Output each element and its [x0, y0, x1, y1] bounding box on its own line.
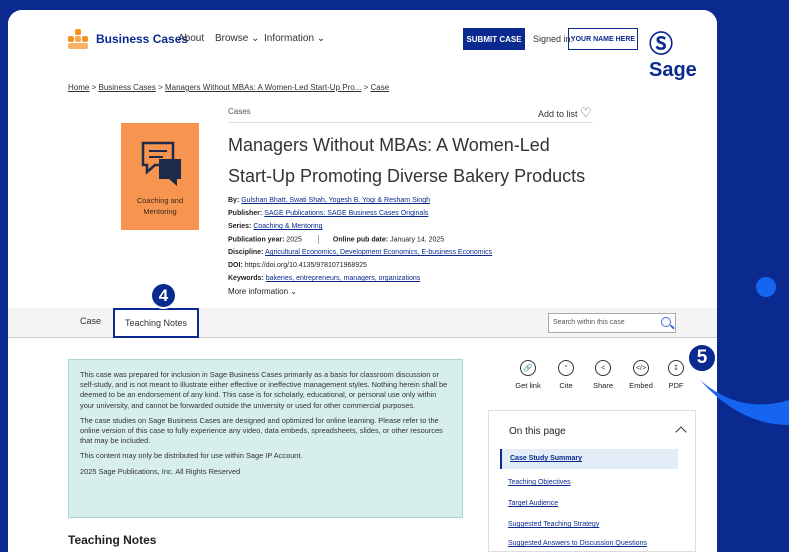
user-name-button[interactable]: YOUR NAME HERE: [568, 28, 638, 50]
discipline-line: Discipline: Agricultural Economics, Deve…: [228, 249, 493, 256]
share-icon: <: [595, 360, 611, 376]
keyword-links[interactable]: bakeries, entrepreneurs, managers, organ…: [266, 275, 420, 282]
content-category: Cases: [228, 107, 251, 116]
divider: [228, 122, 593, 123]
business-cases-logo-icon[interactable]: [68, 29, 88, 49]
authors-links[interactable]: Gulshan Bhatt, Swati Shah, Yogesh B. Yog…: [241, 197, 430, 204]
publisher-link[interactable]: SAGE Publications: SAGE Business Cases O…: [264, 210, 428, 217]
case-title: Managers Without MBAs: A Women-Led Start…: [228, 135, 586, 186]
toc-target-audience[interactable]: Target Audience: [500, 494, 678, 514]
on-this-page-panel: On this page Case Study Summary Teaching…: [488, 410, 696, 552]
nav-about[interactable]: About: [178, 33, 204, 44]
pubyear-line: Publication year: 2025 Online pub date: …: [228, 235, 445, 244]
brand-name[interactable]: Business Cases: [96, 32, 188, 46]
breadcrumb-case[interactable]: Case: [371, 83, 390, 92]
download-icon: ↧: [668, 360, 684, 376]
share-button[interactable]: < Share: [588, 360, 618, 390]
callout-arrow-icon: [700, 380, 789, 425]
heart-icon: ♡: [580, 105, 592, 120]
cite-button[interactable]: “Cite: [551, 360, 581, 390]
publisher-line: Publisher: SAGE Publications: SAGE Busin…: [228, 210, 429, 217]
step-badge-4: 4: [150, 282, 177, 309]
keywords-line: Keywords: bakeries, entrepreneurs, manag…: [228, 275, 421, 282]
breadcrumb: Home > Business Cases > Managers Without…: [68, 83, 390, 92]
code-icon: </>: [633, 360, 649, 376]
more-information-toggle[interactable]: More information ⌄: [228, 287, 297, 296]
nav-information[interactable]: Information ⌄: [264, 33, 325, 44]
discipline-links[interactable]: Agricultural Economics, Development Econ…: [265, 249, 492, 256]
site-header: Business Cases About Browse ⌄ Informatio…: [8, 10, 717, 81]
series-link[interactable]: Coaching & Mentoring: [253, 223, 322, 230]
chevron-down-icon: ⌄: [290, 287, 297, 296]
toc-case-study-summary[interactable]: Case Study Summary: [500, 449, 678, 469]
breadcrumb-case-title[interactable]: Managers Without MBAs: A Women-Led Start…: [165, 83, 361, 92]
authors-line: By: Gulshan Bhatt, Swati Shah, Yogesh B.…: [228, 197, 430, 204]
toc-teaching-objectives[interactable]: Teaching Objectives: [500, 473, 678, 493]
quote-icon: “: [558, 360, 574, 376]
nav-browse[interactable]: Browse ⌄: [215, 33, 260, 44]
series-line: Series: Coaching & Mentoring: [228, 223, 323, 230]
toc-suggested-teaching-strategy[interactable]: Suggested Teaching Strategy: [500, 515, 678, 535]
step-badge-5: 5: [687, 343, 717, 373]
breadcrumb-business-cases[interactable]: Business Cases: [98, 83, 155, 92]
search-icon[interactable]: [661, 317, 671, 327]
chevron-up-icon[interactable]: [675, 426, 687, 438]
breadcrumb-home[interactable]: Home: [68, 83, 89, 92]
indicator-dot: [756, 277, 776, 297]
search-within-case-input[interactable]: Search within this case: [548, 313, 676, 333]
embed-button[interactable]: </> Embed: [626, 360, 656, 390]
tab-case[interactable]: Case: [80, 316, 101, 326]
cover-label: Coaching and Mentoring: [136, 196, 184, 216]
sage-logo[interactable]: Ⓢ Sage: [649, 24, 717, 82]
usage-notice: This case was prepared for inclusion in …: [68, 359, 463, 518]
submit-case-button[interactable]: SUBMIT CASE: [463, 28, 525, 50]
tab-teaching-notes[interactable]: Teaching Notes: [113, 308, 199, 338]
pdf-button[interactable]: ↧ PDF: [661, 360, 691, 390]
toc-suggested-answers[interactable]: Suggested Answers to Discussion Question…: [500, 534, 678, 552]
add-to-list-button[interactable]: Add to list ♡: [538, 105, 592, 121]
teaching-notes-heading: Teaching Notes: [68, 533, 157, 547]
link-icon: 🔗: [520, 360, 536, 376]
on-this-page-heading: On this page: [509, 426, 566, 437]
sage-s-icon: Ⓢ: [649, 31, 673, 58]
chat-bubbles-icon: [141, 141, 181, 186]
case-cover-image: Coaching and Mentoring: [121, 123, 199, 230]
browser-page: Business Cases About Browse ⌄ Informatio…: [8, 10, 717, 552]
tabs-bar: Case Teaching Notes Search within this c…: [8, 308, 717, 338]
chevron-down-icon: ⌄: [251, 33, 260, 44]
get-link-button[interactable]: 🔗 Get link: [513, 360, 543, 390]
doi-line: DOI: https://doi.org/10.4135/97810719689…: [228, 262, 367, 269]
chevron-down-icon: ⌄: [316, 33, 326, 44]
